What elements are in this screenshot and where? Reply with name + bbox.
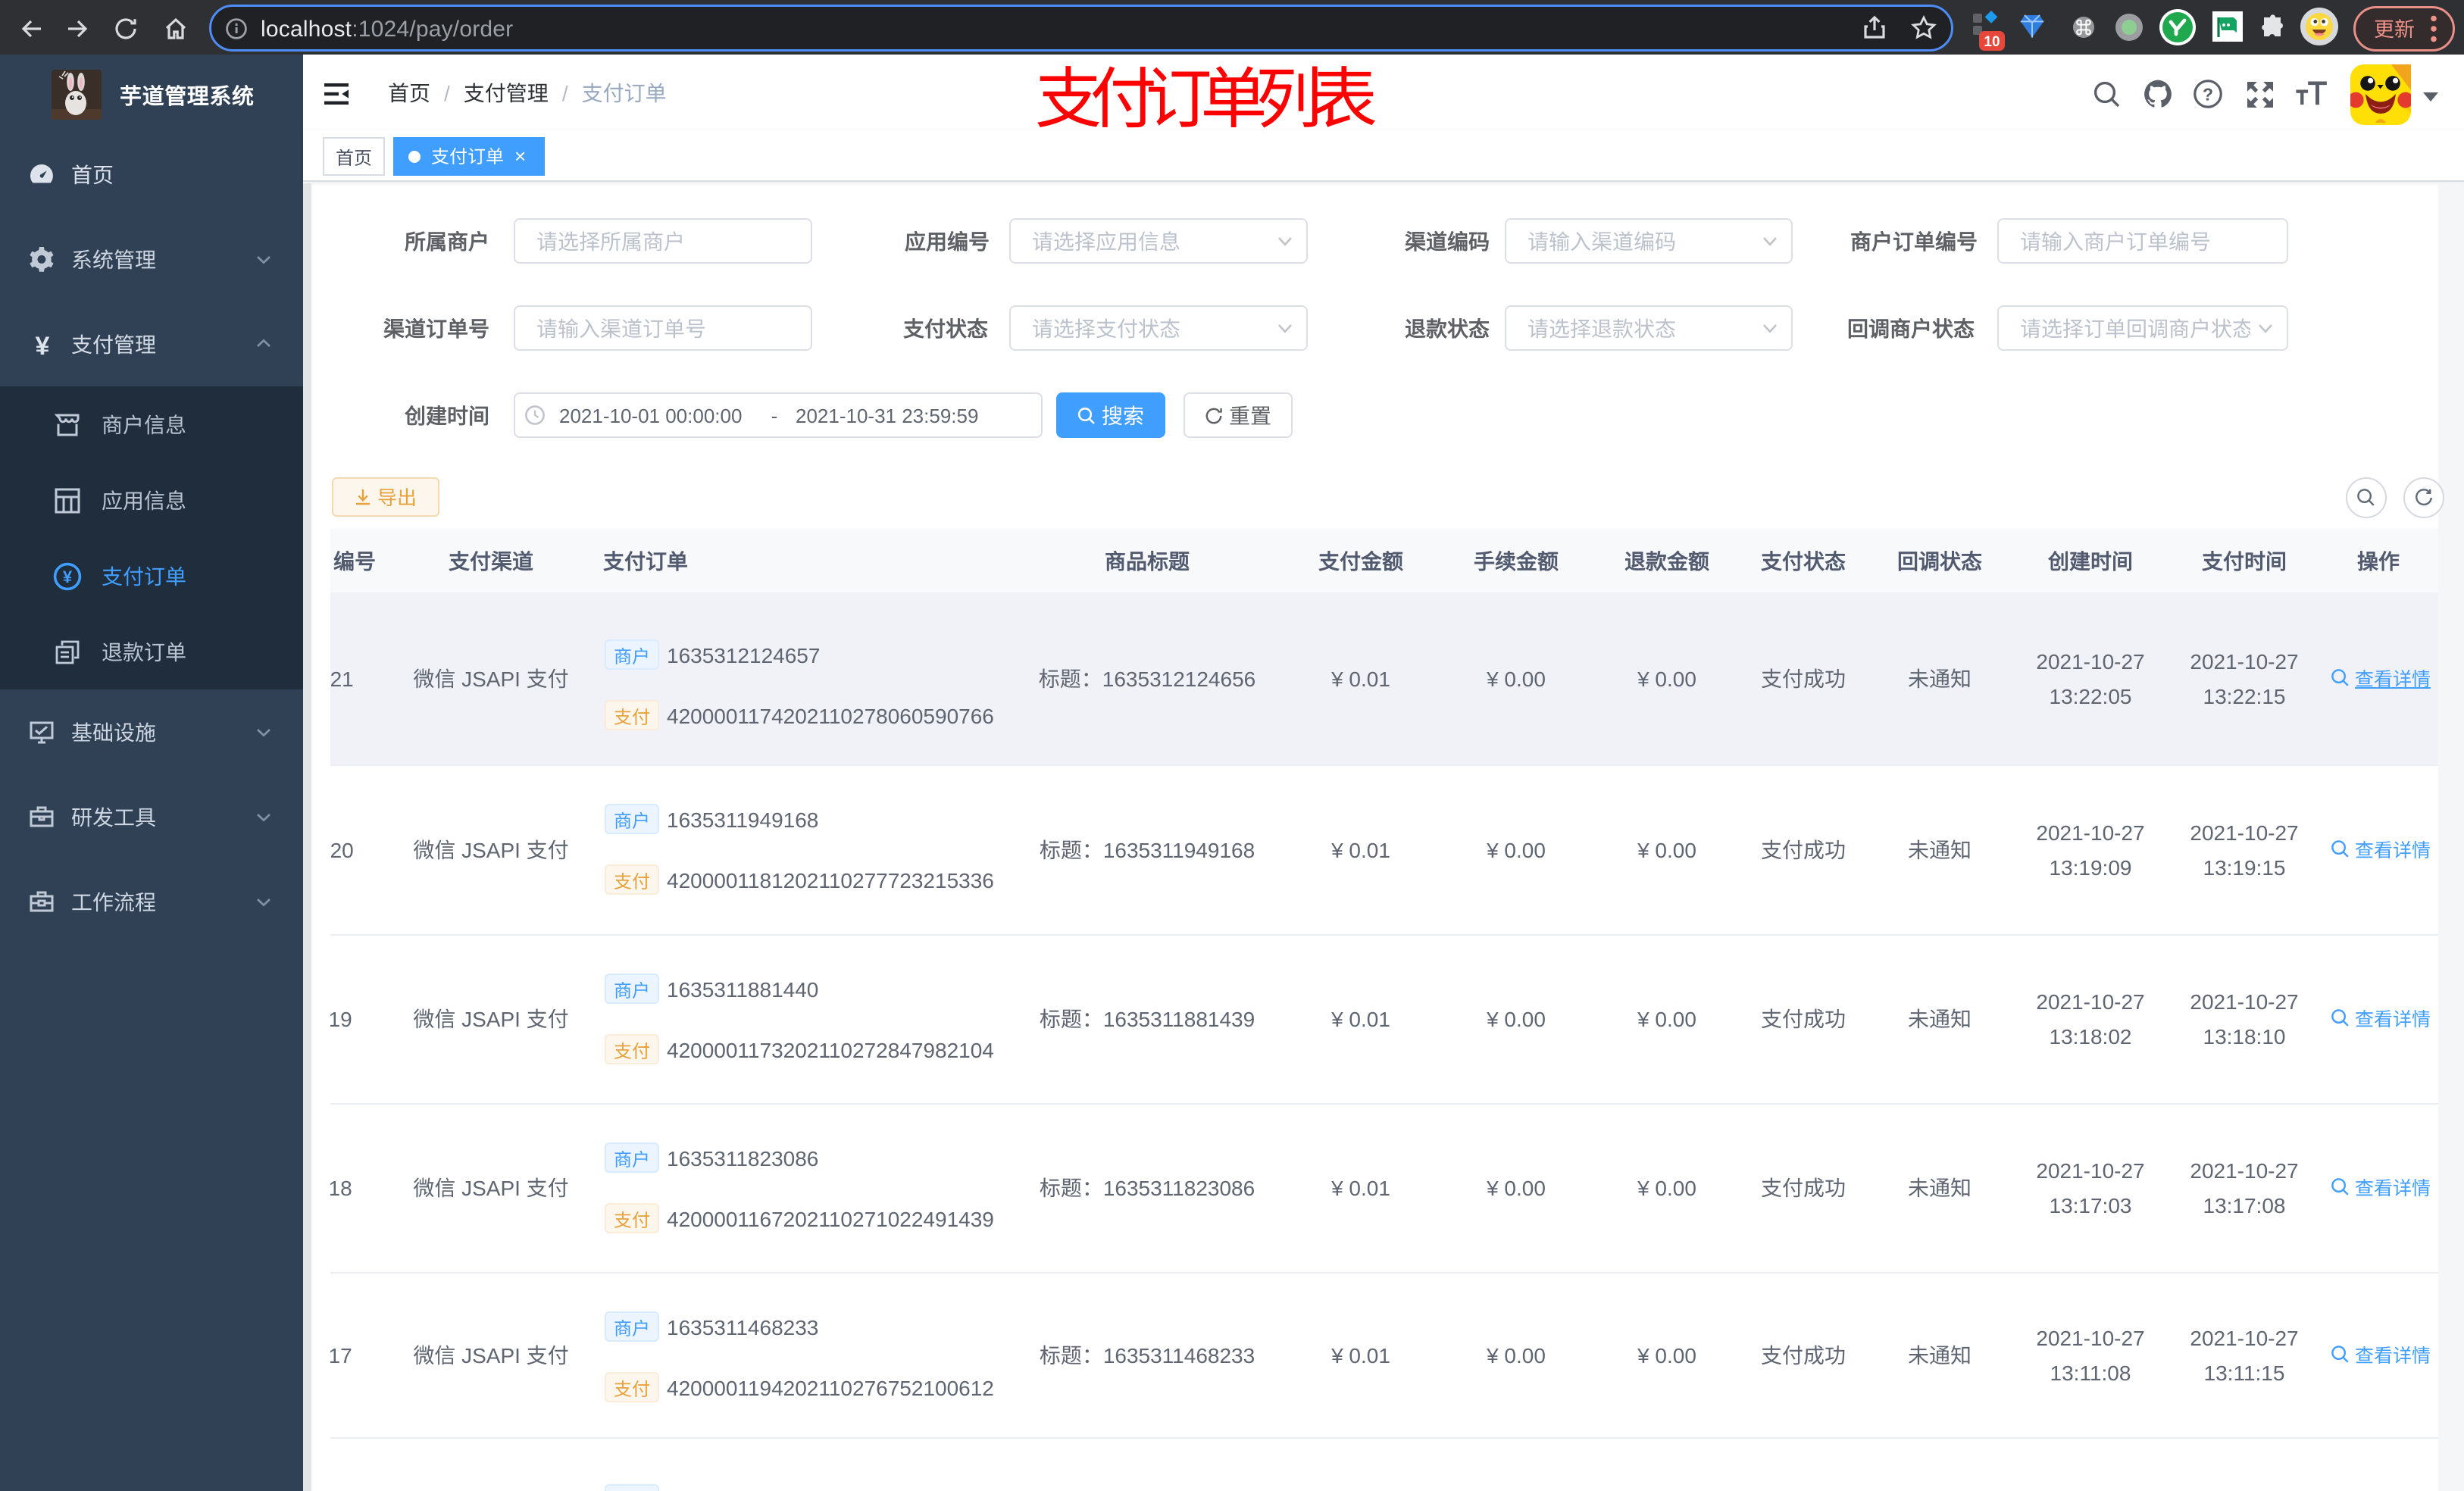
svg-text:¥: ¥: [63, 564, 73, 588]
svg-text:?: ?: [2203, 80, 2213, 105]
